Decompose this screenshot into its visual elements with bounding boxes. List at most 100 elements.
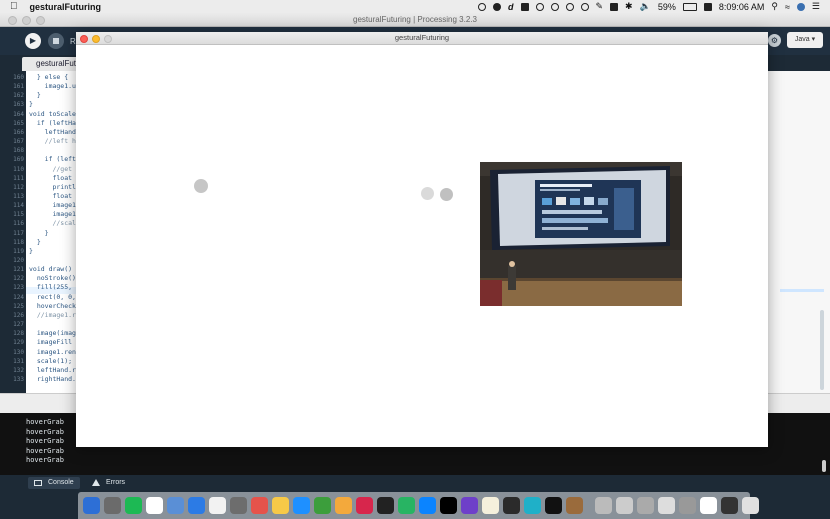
dropbox-icon[interactable] [520, 2, 529, 11]
tab-console[interactable]: Console [28, 477, 80, 489]
ide-zoom-button[interactable] [36, 16, 45, 25]
notification-center-icon[interactable]: ☰ [812, 1, 820, 12]
document-icon[interactable] [679, 497, 696, 514]
volume-icon[interactable]: 🔈 [640, 1, 651, 12]
notion-icon[interactable] [440, 497, 457, 514]
wifi-icon[interactable]: ≈ [785, 2, 790, 12]
speech-bubble-icon[interactable] [493, 2, 501, 11]
line-number: 113 [13, 192, 24, 200]
user-avatar-icon[interactable] [796, 2, 805, 11]
finder-window-icon[interactable] [566, 497, 583, 514]
dollar-icon[interactable] [580, 2, 589, 11]
processing-icon[interactable] [377, 497, 394, 514]
scanner-icon[interactable] [230, 497, 247, 514]
sync-icon[interactable] [535, 2, 544, 11]
line-number: 121 [13, 266, 24, 274]
launchpad-icon[interactable] [104, 497, 121, 514]
finder-icon[interactable] [83, 497, 100, 514]
console-icon [34, 480, 42, 486]
record-icon[interactable] [478, 2, 486, 11]
line-number: 111 [13, 174, 24, 182]
code-line: image1 [29, 210, 76, 219]
messages-icon[interactable] [419, 497, 436, 514]
document-icon[interactable] [700, 497, 717, 514]
battery-icon[interactable] [682, 2, 697, 11]
run-button[interactable]: ▶ [25, 33, 41, 49]
document-icon[interactable] [637, 497, 654, 514]
terminal-window-icon[interactable] [721, 497, 738, 514]
app-store-icon[interactable] [188, 497, 205, 514]
arduino-icon[interactable] [524, 497, 541, 514]
line-number: 125 [13, 302, 24, 310]
notes-icon[interactable] [482, 497, 499, 514]
app-name-menu[interactable]: gesturalFuturing [30, 2, 102, 12]
battery-percent[interactable]: 59% [658, 2, 676, 12]
quicktime-icon[interactable] [545, 497, 562, 514]
code-line: void draw() [29, 265, 73, 274]
pen-icon[interactable]: ✎ [596, 1, 604, 12]
current-line-marker [780, 289, 824, 292]
bluetooth-icon[interactable]: ✱ [625, 1, 633, 12]
line-number: 133 [13, 375, 24, 383]
code-line: //left h [29, 137, 76, 146]
code-line: leftHand [29, 127, 76, 136]
code-line: leftHand.r [29, 365, 76, 374]
code-line: } [29, 246, 33, 255]
code-line: fill(255, [29, 283, 73, 292]
code-line: //image1.r [29, 310, 76, 319]
system-prefs-icon[interactable] [167, 497, 184, 514]
stage-photo-graphic [480, 162, 682, 306]
stop-button[interactable] [48, 33, 64, 49]
debug-button[interactable]: ⚙ [768, 34, 781, 47]
trash-icon[interactable] [742, 497, 759, 514]
sketch-minimize-button[interactable] [92, 35, 100, 43]
sketch-icon[interactable] [272, 497, 289, 514]
p5-icon[interactable] [356, 497, 373, 514]
apple-menu-icon[interactable]:  [10, 1, 18, 12]
editor-scrollbar[interactable] [820, 310, 824, 390]
sketch-zoom-button[interactable] [104, 35, 112, 43]
warning-icon [92, 479, 100, 486]
search-icon[interactable]: ⚲ [771, 1, 778, 12]
d-icon[interactable]: d [508, 2, 514, 12]
mode-selector[interactable]: Java ▾ [787, 32, 823, 48]
line-number: 115 [13, 211, 24, 219]
photos-icon[interactable] [251, 497, 268, 514]
github-icon[interactable] [461, 497, 478, 514]
document-icon[interactable] [658, 497, 675, 514]
safari-icon[interactable] [293, 497, 310, 514]
sketch-window[interactable]: gesturalFuturing [76, 32, 768, 447]
sketch-traffic-lights [80, 35, 112, 43]
evernote-icon[interactable] [398, 497, 415, 514]
document-icon[interactable] [616, 497, 633, 514]
preview-icon[interactable] [595, 497, 612, 514]
sketchup-icon[interactable] [335, 497, 352, 514]
tab-errors[interactable]: Errors [86, 477, 131, 489]
presentation-photo[interactable] [480, 162, 682, 306]
line-number: 168 [13, 147, 24, 155]
keyboard-flag-icon[interactable] [703, 2, 712, 11]
calendar-icon[interactable] [146, 497, 163, 514]
line-number: 120 [13, 257, 24, 264]
line-number: 131 [13, 357, 24, 365]
ide-minimize-button[interactable] [22, 16, 31, 25]
sketch-close-button[interactable] [80, 35, 88, 43]
ide-close-button[interactable] [8, 16, 17, 25]
textedit-icon[interactable] [209, 497, 226, 514]
refresh-icon[interactable] [565, 2, 574, 11]
console-line: hoverGrab [26, 418, 64, 426]
spotify-icon[interactable] [125, 497, 142, 514]
console-scrollbar[interactable] [822, 460, 826, 472]
line-number: 122 [13, 275, 24, 283]
clock[interactable]: 8:09:06 AM [719, 2, 765, 12]
code-line: image(imag [29, 329, 76, 338]
code-line: } [29, 100, 33, 109]
line-number: 118 [13, 238, 24, 246]
monitor-icon[interactable] [610, 2, 619, 11]
terminal-icon[interactable] [503, 497, 520, 514]
info-icon[interactable] [550, 2, 559, 11]
line-number: 126 [13, 311, 24, 319]
chrome-icon[interactable] [314, 497, 331, 514]
toolbar-label: R [70, 37, 76, 46]
line-number: 117 [13, 229, 24, 237]
